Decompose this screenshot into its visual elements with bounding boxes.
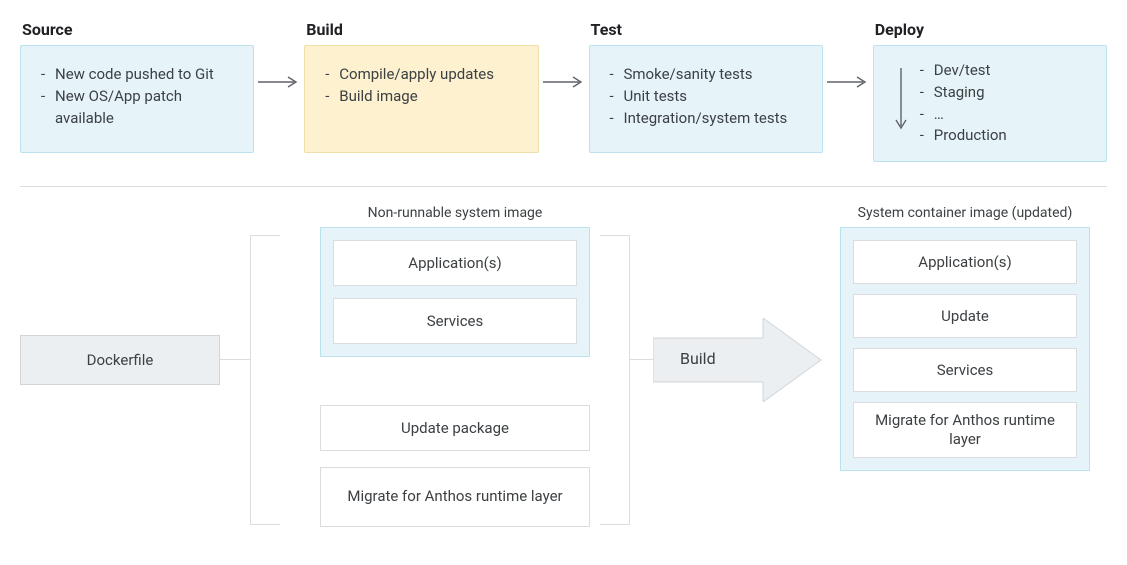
layer-block: Services xyxy=(853,348,1077,392)
list-item: Unit tests xyxy=(620,86,806,108)
layer-block: Application(s) xyxy=(333,240,577,286)
updated-group: Application(s) Update Services Migrate f… xyxy=(840,227,1090,471)
connector-line xyxy=(629,235,630,525)
connector-line xyxy=(250,235,251,525)
stage-box: Smoke/sanity tests Unit tests Integratio… xyxy=(589,45,823,153)
connector-line xyxy=(220,359,250,360)
stage-title: Source xyxy=(22,20,254,39)
list-item: Staging xyxy=(930,82,1096,104)
layer-block: Migrate for Anthos runtime layer xyxy=(320,467,590,527)
build-arrow-label: Build xyxy=(680,349,716,368)
non-runnable-group: Application(s) Services xyxy=(320,227,590,357)
arrow-icon xyxy=(823,20,873,89)
stage-source: Source New code pushed to Git New OS/App… xyxy=(20,20,254,153)
stage-test: Test Smoke/sanity tests Unit tests Integ… xyxy=(589,20,823,153)
list-item: … xyxy=(930,104,1096,126)
stage-title: Test xyxy=(591,20,823,39)
connector-line xyxy=(600,524,630,525)
layer-block: Update package xyxy=(320,405,590,451)
stage-box: Dev/test Staging … Production xyxy=(873,45,1107,162)
layer-block: Update xyxy=(853,294,1077,338)
list-item: New code pushed to Git xyxy=(51,64,237,86)
stage-title: Deploy xyxy=(875,20,1107,39)
divider xyxy=(20,186,1107,187)
stage-deploy: Deploy Dev/test Staging … Production xyxy=(873,20,1107,162)
non-runnable-caption: Non-runnable system image xyxy=(320,205,590,221)
layer-block: Services xyxy=(333,298,577,344)
connector-line xyxy=(250,235,280,236)
list-item: New OS/App patch available xyxy=(51,86,237,130)
layer-block: Migrate for Anthos runtime layer xyxy=(853,402,1077,458)
list-item: Production xyxy=(930,125,1096,147)
updated-caption: System container image (updated) xyxy=(840,205,1090,221)
list-item: Integration/system tests xyxy=(620,108,806,130)
stage-title: Build xyxy=(306,20,538,39)
arrow-icon xyxy=(254,20,304,89)
list-item: Smoke/sanity tests xyxy=(620,64,806,86)
layer-block: Application(s) xyxy=(853,240,1077,284)
connector-line xyxy=(250,524,280,525)
stage-box: Compile/apply updates Build image xyxy=(304,45,538,153)
arrow-icon xyxy=(539,20,589,89)
connector-line xyxy=(629,359,653,360)
down-arrow-icon xyxy=(884,60,918,147)
dockerfile-block: Dockerfile xyxy=(20,335,220,385)
stage-box: New code pushed to Git New OS/App patch … xyxy=(20,45,254,153)
list-item: Compile/apply updates xyxy=(335,64,521,86)
list-item: Dev/test xyxy=(930,60,1096,82)
list-item: Build image xyxy=(335,86,521,108)
build-detail-diagram: Dockerfile Non-runnable system image App… xyxy=(20,205,1107,545)
connector-line xyxy=(600,235,630,236)
build-arrow-icon xyxy=(653,318,823,406)
stage-build: Build Compile/apply updates Build image xyxy=(304,20,538,153)
pipeline-row: Source New code pushed to Git New OS/App… xyxy=(20,20,1107,162)
